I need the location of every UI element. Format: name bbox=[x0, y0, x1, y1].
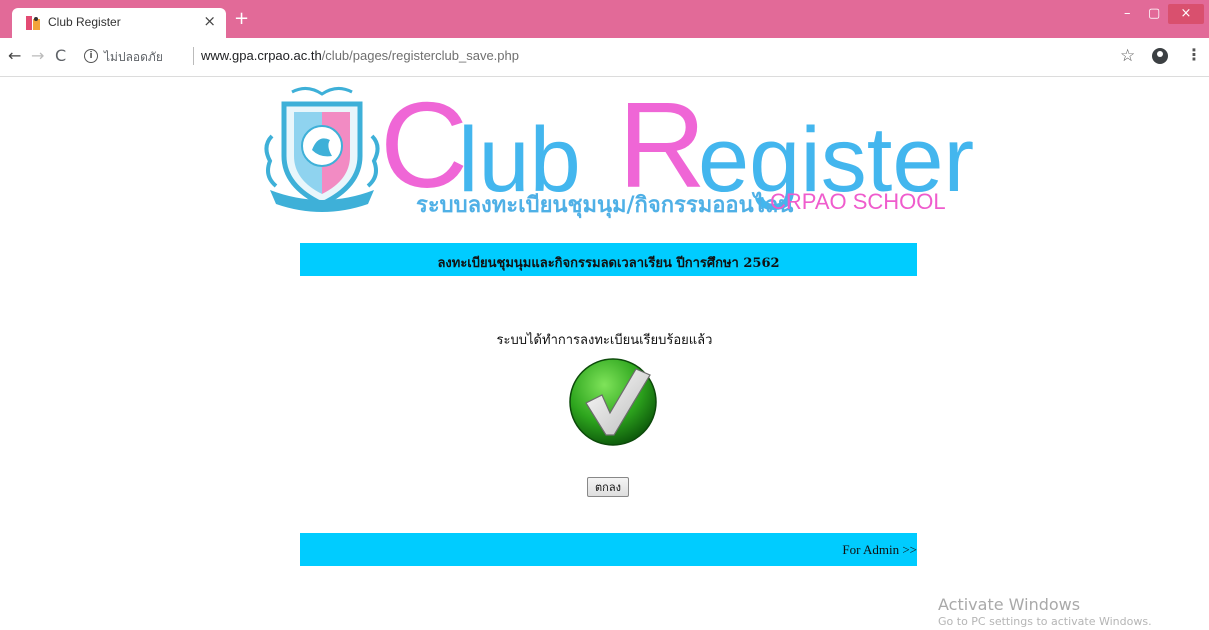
check-circle-icon bbox=[569, 358, 657, 446]
page-header-bar: ลงทะเบียนชุมนุมและกิจกรรมลดเวลาเรียน ปีก… bbox=[300, 243, 917, 276]
tab-title: Club Register bbox=[48, 15, 121, 29]
new-tab-icon[interactable]: + bbox=[234, 10, 249, 28]
url-separator bbox=[193, 47, 194, 65]
browser-menu-icon[interactable]: ⋮ bbox=[1186, 45, 1202, 64]
address-bar[interactable]: www.gpa.crpao.ac.th/club/pages/registerc… bbox=[201, 48, 519, 63]
security-status-label[interactable]: ไม่ปลอดภัย bbox=[104, 48, 163, 67]
reload-button[interactable]: C bbox=[55, 46, 66, 65]
window-maximize-button[interactable]: ▢ bbox=[1148, 6, 1160, 21]
windows-activation-subtitle: Go to PC settings to activate Windows. bbox=[938, 615, 1152, 628]
ok-button[interactable]: ตกลง bbox=[587, 477, 629, 497]
site-favicon-icon bbox=[26, 16, 40, 30]
browser-tab[interactable]: Club Register × bbox=[12, 8, 226, 38]
browser-tab-strip: Club Register × + – ▢ × bbox=[0, 0, 1209, 38]
window-close-button[interactable]: × bbox=[1168, 4, 1204, 24]
windows-activation-title: Activate Windows bbox=[938, 595, 1081, 614]
forward-button[interactable]: → bbox=[31, 46, 44, 65]
club-register-logo: C lub R egister ระบบลงทะเบียนชุมนุม/กิจก… bbox=[262, 84, 974, 218]
tab-close-icon[interactable]: × bbox=[203, 12, 216, 30]
success-message: ระบบได้ทำการลงทะเบียนเรียบร้อยแล้ว bbox=[496, 333, 713, 348]
page-title: ลงทะเบียนชุมนุมและกิจกรรมลดเวลาเรียน ปีก… bbox=[437, 256, 780, 271]
browser-toolbar: ← → C i ไม่ปลอดภัย www.gpa.crpao.ac.th/c… bbox=[0, 38, 1209, 77]
logo-school-name: CRPAO SCHOOL bbox=[770, 189, 946, 214]
info-icon[interactable]: i bbox=[84, 49, 98, 63]
url-path: /club/pages/registerclub_save.php bbox=[321, 48, 519, 63]
back-button[interactable]: ← bbox=[8, 46, 21, 65]
admin-link[interactable]: For Admin >> bbox=[842, 542, 917, 558]
window-minimize-button[interactable]: – bbox=[1124, 6, 1131, 21]
school-crest-icon bbox=[264, 87, 380, 212]
logo-thai-subtitle: ระบบลงทะเบียนชุมนุม/กิจกรรมออนไลน์ bbox=[416, 193, 794, 218]
page-footer-bar: For Admin >> bbox=[300, 533, 917, 566]
star-icon[interactable]: ☆ bbox=[1120, 46, 1135, 66]
profile-avatar-icon[interactable] bbox=[1152, 48, 1168, 64]
url-host: www.gpa.crpao.ac.th bbox=[201, 48, 322, 63]
